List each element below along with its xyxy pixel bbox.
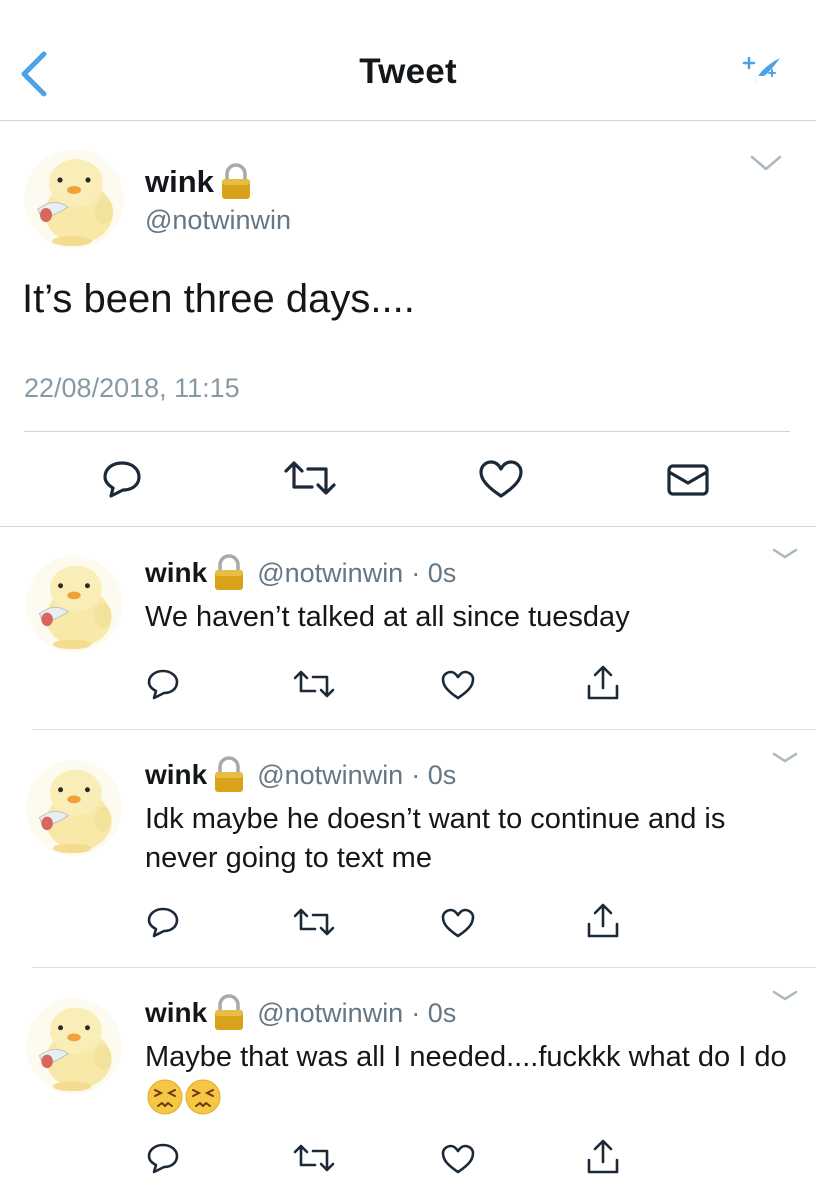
tweet-text: Maybe that was all I needed....fuckkk wh… [145,1038,795,1116]
retweet-icon[interactable] [292,670,336,698]
reply-icon[interactable] [101,459,143,499]
reply-header: wink @notwinwin · 0s [145,554,456,592]
reply-header: wink @notwinwin · 0s [145,756,456,794]
display-name[interactable]: wink [145,163,254,201]
display-name[interactable]: wink [145,759,207,791]
retweet-icon[interactable] [282,461,338,495]
page-title: Tweet [359,52,457,91]
reply-time: · 0s [411,759,457,790]
avatar[interactable] [26,556,122,652]
tweet-text: Idk maybe he doesn’t want to continue an… [145,803,726,874]
lock-icon [211,994,247,1032]
reply-icon[interactable] [146,668,180,700]
avatar[interactable] [26,998,122,1094]
reply-tweet[interactable]: wink @notwinwin · 0s Idk maybe he doesn’… [0,730,816,968]
tweet-timestamp: 22/08/2018, 11:15 [24,373,240,403]
like-icon[interactable] [478,459,524,499]
reply-icon[interactable] [146,906,180,938]
reply-icon[interactable] [146,1142,180,1174]
reply-time: · 0s [411,557,457,588]
top-tweets-button[interactable] [740,50,784,90]
display-name-text: wink [145,164,214,199]
lock-icon [211,554,247,592]
retweet-icon[interactable] [292,1144,336,1172]
reply-tweet[interactable]: wink @notwinwin · 0s We haven’t talked a… [0,528,816,730]
lock-icon [218,163,254,201]
reply-header: wink @notwinwin · 0s [145,994,456,1032]
display-name[interactable]: wink [145,997,207,1029]
share-icon[interactable] [585,664,621,702]
tweet-text-body: Maybe that was all I needed....fuckkk wh… [145,1041,787,1073]
sparkle-icon [742,56,780,84]
tweet-actions [0,451,816,501]
persevering-face-emoji-icon [147,1079,183,1115]
like-icon[interactable] [440,1143,476,1175]
chevron-down-icon[interactable] [770,544,800,564]
chevron-down-icon[interactable] [748,151,784,175]
reply-time: · 0s [411,997,457,1028]
avatar[interactable] [26,760,122,856]
share-icon[interactable] [585,1138,621,1176]
divider [24,431,790,432]
display-name[interactable]: wink [145,557,207,589]
like-icon[interactable] [440,669,476,701]
tweet-text: It’s been three days.... [22,277,415,321]
chevron-down-icon[interactable] [770,986,800,1006]
persevering-face-emoji-icon [185,1079,221,1115]
user-handle[interactable]: @notwinwin [257,558,403,589]
chevron-down-icon[interactable] [770,748,800,768]
user-handle[interactable]: @notwinwin [257,760,403,791]
reply-tweet[interactable]: wink @notwinwin · 0s Maybe that was all … [0,968,816,1200]
message-icon[interactable] [666,463,710,497]
top-bar: Tweet [0,0,816,121]
user-handle[interactable]: @notwinwin [145,205,291,236]
like-icon[interactable] [440,907,476,939]
retweet-icon[interactable] [292,908,336,936]
tweet-text: We haven’t talked at all since tuesday [145,601,630,633]
avatar[interactable] [24,149,124,249]
share-icon[interactable] [585,902,621,940]
user-handle[interactable]: @notwinwin [257,998,403,1029]
lock-icon [211,756,247,794]
main-tweet: wink @notwinwin It’s been three days....… [0,121,816,527]
